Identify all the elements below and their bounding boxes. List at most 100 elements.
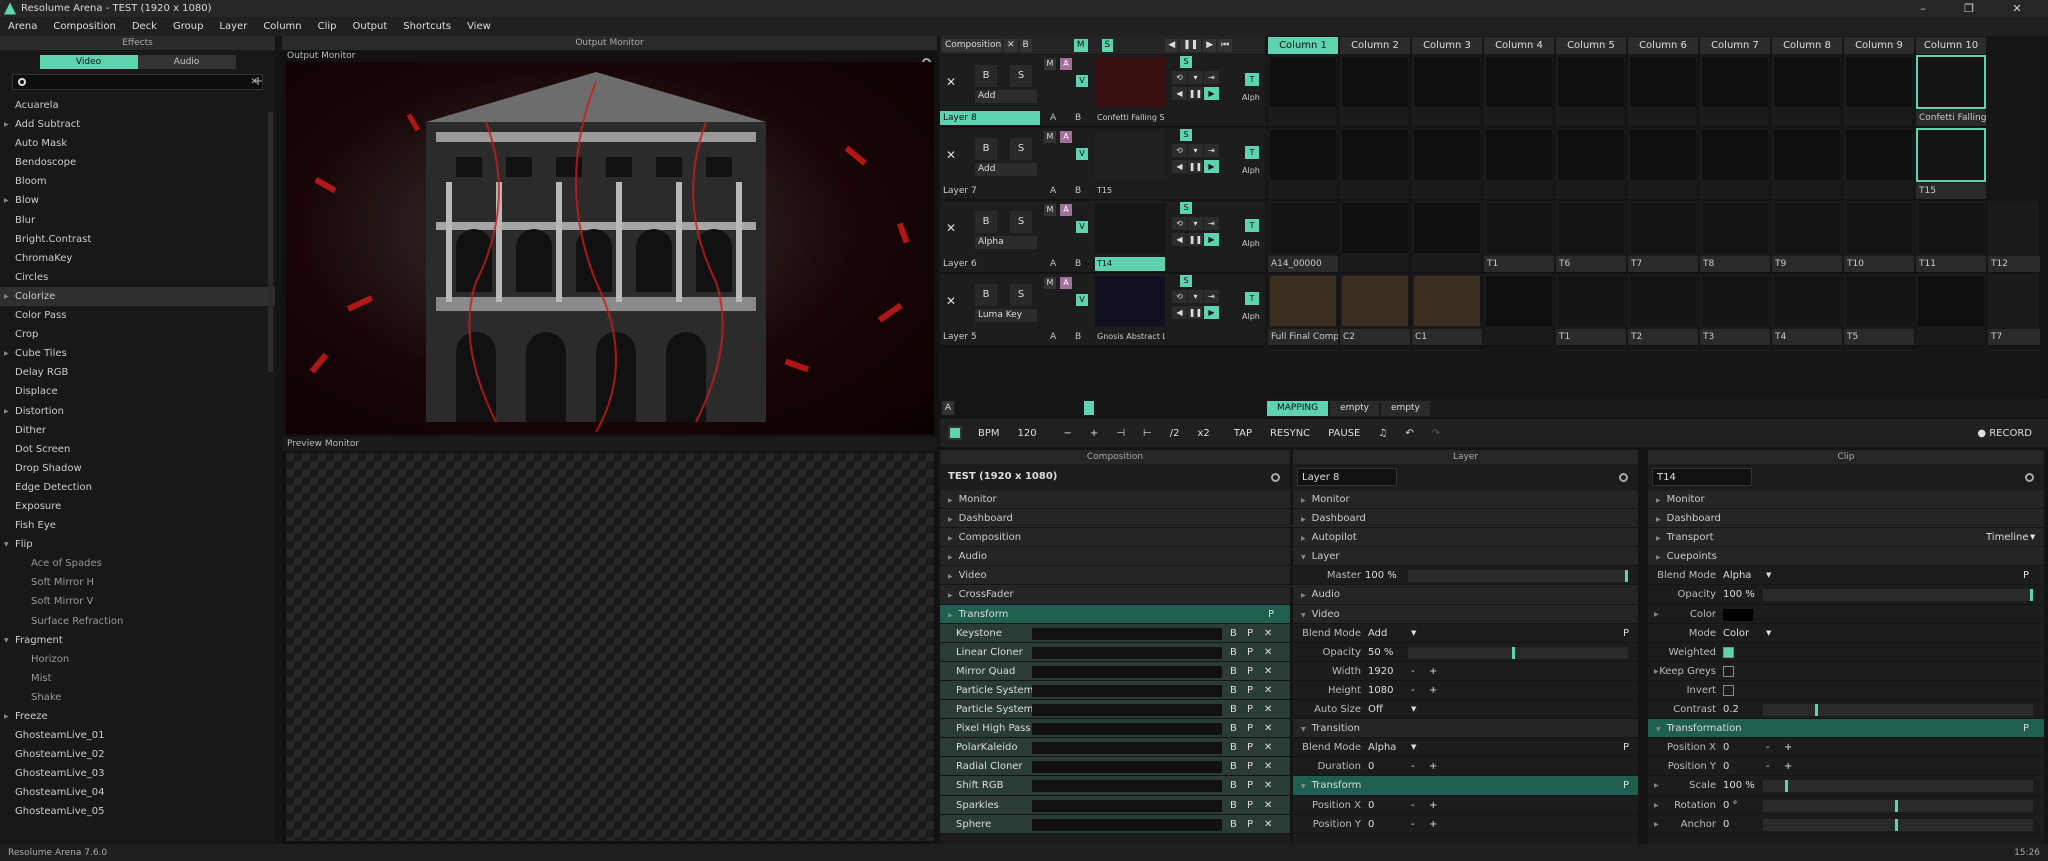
clip-opacity-slider[interactable]: [1763, 589, 2033, 602]
layer-solo-button[interactable]: S: [1010, 211, 1032, 233]
deck-tab-empty-1[interactable]: empty: [1330, 400, 1380, 416]
effect-item[interactable]: Ace of Spades: [0, 554, 275, 573]
position-x-increase[interactable]: +: [1429, 796, 1437, 815]
expand-icon[interactable]: ▶: [948, 573, 953, 580]
resync-button[interactable]: RESYNC: [1264, 428, 1316, 439]
effect-bypass-button[interactable]: B: [1230, 757, 1237, 776]
position-x-value[interactable]: 0: [1368, 796, 1374, 815]
layer-clip-thumbnail[interactable]: [1095, 203, 1165, 253]
collapse-icon[interactable]: ▼: [1656, 726, 1661, 733]
layer-name[interactable]: Layer 5: [940, 330, 1040, 344]
param-p-button[interactable]: P: [1623, 624, 1629, 643]
expand-icon[interactable]: ▶: [948, 516, 953, 523]
clip-cell[interactable]: T1: [1484, 201, 1554, 273]
effect-bypass-button[interactable]: B: [1230, 738, 1237, 757]
effect-bypass-button[interactable]: B: [1230, 700, 1237, 719]
effect-bypass-button[interactable]: B: [1230, 815, 1237, 834]
play-icon[interactable]: ▶: [1204, 160, 1219, 173]
direction-icon[interactable]: ⇥: [1204, 290, 1219, 303]
composition-effect[interactable]: Radial Cloner B P ✕: [940, 757, 1290, 777]
effect-remove-button[interactable]: ✕: [1264, 700, 1272, 719]
effect-item[interactable]: ▼ Flip: [0, 535, 275, 554]
effect-preview-slider[interactable]: [1032, 761, 1222, 774]
clip-blend-select[interactable]: Alpha: [1723, 566, 1751, 585]
keep-greys-checkbox[interactable]: [1723, 665, 1734, 677]
effect-param-button[interactable]: P: [1247, 719, 1253, 738]
param-p-button[interactable]: P: [2023, 719, 2029, 738]
effect-preview-slider[interactable]: [1032, 646, 1222, 659]
clip-cell[interactable]: T10: [1844, 201, 1914, 273]
effect-param-button[interactable]: P: [1247, 681, 1253, 700]
effect-item[interactable]: Horizon: [0, 650, 275, 669]
effect-item[interactable]: GhosteamLive_04: [0, 783, 275, 802]
scale-value[interactable]: 100 %: [1723, 776, 1755, 795]
effect-param-button[interactable]: P: [1247, 815, 1253, 834]
clip-mode-select[interactable]: Color: [1723, 624, 1749, 643]
pause-icon[interactable]: ❚❚: [1188, 233, 1203, 246]
clip-position-x-value[interactable]: 0: [1723, 738, 1729, 757]
effect-item[interactable]: GhosteamLive_02: [0, 745, 275, 764]
layer-mute-button[interactable]: M: [1044, 204, 1056, 216]
effect-item[interactable]: Exposure: [0, 497, 275, 516]
expand-icon[interactable]: ▶: [4, 191, 9, 210]
bpm-double-button[interactable]: x2: [1191, 428, 1215, 439]
clip-position-y-value[interactable]: 0: [1723, 757, 1729, 776]
composition-skip-button[interactable]: ⏮: [1218, 38, 1233, 52]
composition-effect[interactable]: Particle System B P ✕: [940, 700, 1290, 720]
effect-item[interactable]: ▶ Cube Tiles: [0, 344, 275, 363]
weighted-checkbox[interactable]: [1723, 646, 1734, 658]
clip-cell[interactable]: [1844, 128, 1914, 200]
layer-blend-select[interactable]: Alpha: [975, 236, 1037, 249]
clip-cell[interactable]: T12: [1988, 201, 2040, 273]
height-decrease[interactable]: -: [1411, 681, 1415, 700]
menu-layer[interactable]: Layer: [211, 21, 255, 32]
effect-item[interactable]: Surface Refraction: [0, 612, 275, 631]
clip-cell[interactable]: [1700, 55, 1770, 127]
composition-effect[interactable]: Sparkles B P ✕: [940, 795, 1290, 815]
direction-icon[interactable]: ⇥: [1204, 144, 1219, 157]
crossfader-a[interactable]: A: [1050, 259, 1056, 269]
clip-cell[interactable]: Full Final Comp: [1268, 274, 1338, 346]
transport-mode-select[interactable]: Timeline: [1986, 528, 2029, 547]
effect-item[interactable]: Crop: [0, 325, 275, 344]
layer-s-button[interactable]: S: [1180, 202, 1192, 214]
column-header[interactable]: Column 6: [1628, 37, 1698, 54]
effect-remove-button[interactable]: ✕: [1264, 776, 1272, 795]
gear-icon[interactable]: [2025, 473, 2034, 482]
layer-bypass-button[interactable]: B: [975, 65, 997, 87]
deck-tab-mapping[interactable]: MAPPING: [1267, 400, 1329, 416]
chevron-down-icon[interactable]: ▼: [2030, 528, 2035, 547]
tab-audio[interactable]: Audio: [137, 55, 236, 69]
anchor-value[interactable]: 0: [1723, 815, 1729, 834]
effect-param-button[interactable]: P: [1247, 738, 1253, 757]
chevron-down-icon[interactable]: ▾: [1188, 71, 1203, 84]
minimize-button[interactable]: –: [1900, 0, 1946, 17]
layer-blend-select[interactable]: Luma Key: [975, 309, 1037, 322]
clip-cuepoints-group[interactable]: Cuepoints: [1667, 551, 1717, 562]
effect-param-button[interactable]: P: [1247, 624, 1253, 643]
effect-remove-button[interactable]: ✕: [1264, 719, 1272, 738]
collapse-icon[interactable]: ▼: [4, 535, 9, 554]
opacity-slider[interactable]: [1408, 646, 1628, 659]
auto-size-select[interactable]: Off: [1368, 700, 1383, 719]
effect-param-button[interactable]: P: [1247, 796, 1253, 815]
loop-icon[interactable]: ⟲: [1172, 217, 1187, 230]
position-y-decrease[interactable]: -: [1411, 815, 1415, 834]
layer-audio-group[interactable]: Audio: [1312, 589, 1340, 600]
composition-effect[interactable]: Pixel High Pass B P ✕: [940, 719, 1290, 739]
chevron-down-icon[interactable]: ▾: [1188, 217, 1203, 230]
composition-group[interactable]: ▶ Monitor: [940, 490, 1290, 510]
clip-cell[interactable]: T7: [1628, 201, 1698, 273]
chevron-down-icon[interactable]: ▼: [1766, 566, 1771, 585]
clip-cell[interactable]: [1700, 128, 1770, 200]
layer-transition-group[interactable]: Transition: [1312, 723, 1360, 734]
effect-bypass-button[interactable]: B: [1230, 643, 1237, 662]
column-header[interactable]: Column 10: [1916, 37, 1986, 54]
crossfader-b[interactable]: B: [1075, 113, 1081, 123]
clip-transport-group[interactable]: Transport: [1667, 532, 1714, 543]
collapse-icon[interactable]: ▼: [1301, 612, 1306, 619]
clip-cell[interactable]: T8: [1700, 201, 1770, 273]
layer-name[interactable]: Layer 7: [940, 184, 1040, 198]
composition-effect[interactable]: Shift RGB B P ✕: [940, 776, 1290, 796]
effect-item[interactable]: Bright.Contrast: [0, 230, 275, 249]
